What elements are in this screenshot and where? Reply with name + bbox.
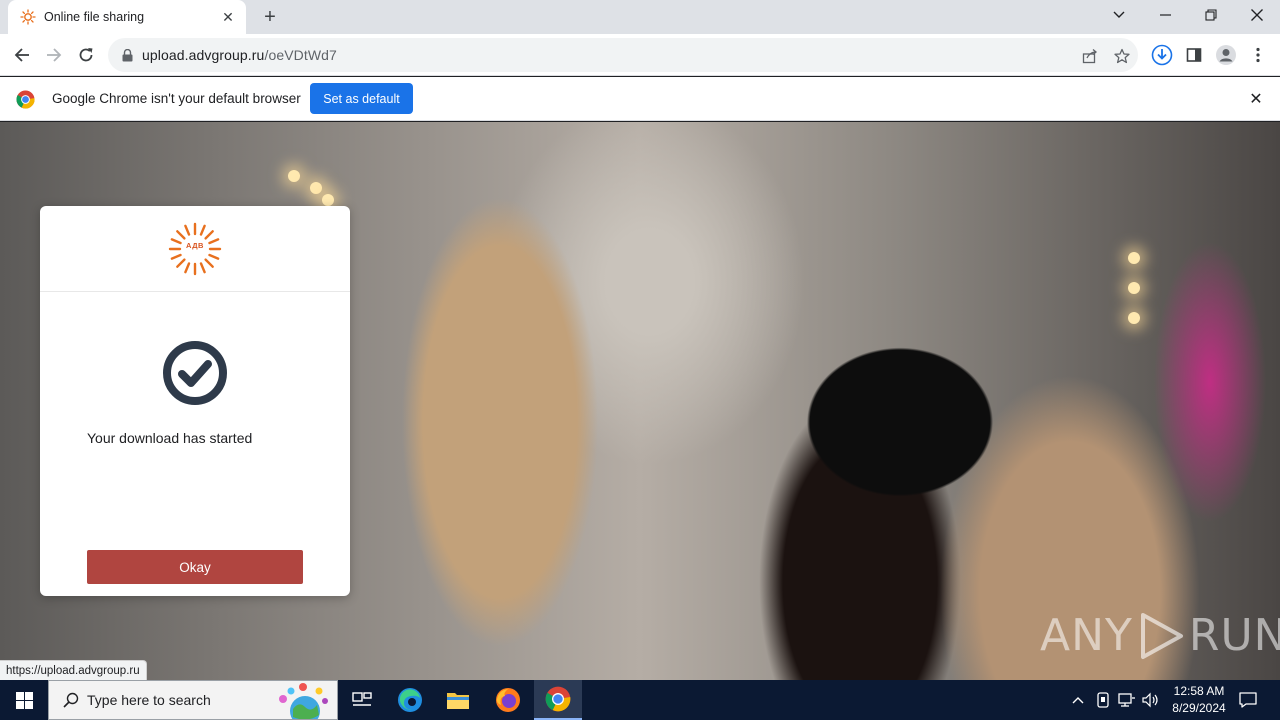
minimize-window-button[interactable] (1142, 0, 1188, 30)
bookmark-star-icon[interactable] (1111, 45, 1133, 67)
tab-search-chevron-icon[interactable] (1096, 0, 1142, 30)
infobar-message: Google Chrome isn't your default browser (52, 91, 301, 106)
task-view-icon[interactable] (338, 680, 386, 720)
anyrun-watermark: ANY RUN (1040, 610, 1280, 661)
okay-button[interactable]: Okay (87, 550, 303, 584)
edge-browser-icon[interactable] (386, 680, 434, 720)
watermark-right-text: RUN (1188, 610, 1280, 661)
modal-header: АДВ (40, 206, 350, 292)
taskbar-clock[interactable]: 12:58 AM 8/29/2024 (1160, 683, 1238, 717)
url-text: upload.advgroup.ru/oeVDtWd7 (142, 47, 337, 63)
new-tab-button[interactable]: + (258, 5, 282, 29)
windows-start-button[interactable] (0, 680, 48, 720)
street-light (1128, 252, 1140, 264)
chrome-logo-icon (16, 90, 35, 109)
street-light (322, 194, 334, 206)
tab-title: Online file sharing (44, 10, 145, 24)
clock-time: 12:58 AM (1173, 684, 1225, 698)
logo-text: АДВ (186, 240, 204, 250)
street-light (1128, 282, 1140, 294)
status-url-bubble: https://upload.advgroup.ru (0, 660, 147, 680)
default-browser-infobar: Google Chrome isn't your default browser… (0, 77, 1280, 121)
restore-window-button[interactable] (1188, 0, 1234, 30)
file-explorer-icon[interactable] (434, 680, 482, 720)
infobar-close-icon[interactable]: ✕ (1246, 89, 1266, 109)
device-icon[interactable] (1092, 680, 1114, 720)
menu-kebab-icon[interactable] (1244, 41, 1272, 69)
chrome-taskbar-icon[interactable] (534, 680, 582, 720)
search-highlights-globe-icon (279, 683, 328, 719)
back-arrow-icon[interactable] (8, 41, 36, 69)
download-icon[interactable] (1148, 41, 1176, 69)
taskbar-search-box[interactable]: Type here to search (48, 680, 338, 720)
side-panel-icon[interactable] (1180, 41, 1208, 69)
share-icon[interactable] (1079, 45, 1101, 67)
search-placeholder: Type here to search (87, 692, 211, 708)
street-light (310, 182, 322, 194)
street-light (1128, 312, 1140, 324)
set-as-default-button[interactable]: Set as default (310, 83, 413, 114)
volume-icon[interactable] (1140, 680, 1162, 720)
search-icon (63, 692, 79, 708)
street-light (288, 170, 300, 182)
windows-logo-icon (15, 691, 33, 709)
lock-icon[interactable] (120, 48, 134, 62)
download-started-message: Your download has started (87, 430, 253, 446)
forward-arrow-icon[interactable] (40, 41, 68, 69)
browser-tab[interactable]: Online file sharing ✕ (8, 0, 246, 34)
network-icon[interactable] (1116, 680, 1138, 720)
windows-taskbar: Type here to search 12:58 AM 8/29/2024 (0, 680, 1280, 720)
tab-strip: Online file sharing ✕ + (0, 0, 1280, 34)
download-modal: АДВ Your download has started Okay (40, 206, 350, 596)
adv-sun-logo-icon (20, 9, 36, 25)
show-hidden-icons-chevron-icon[interactable] (1068, 680, 1088, 720)
checkmark-circle-icon (162, 340, 228, 406)
adv-logo: АДВ (167, 221, 223, 277)
close-window-button[interactable] (1234, 0, 1280, 30)
address-bar[interactable]: upload.advgroup.ru/oeVDtWd7 (108, 38, 1138, 72)
page-background-photo: АДВ Your download has started Okay ANY R… (0, 122, 1280, 680)
firefox-icon[interactable] (484, 680, 532, 720)
notification-center-icon[interactable] (1234, 680, 1262, 720)
clock-date: 8/29/2024 (1172, 701, 1226, 715)
tab-close-icon[interactable]: ✕ (220, 9, 236, 25)
browser-toolbar: upload.advgroup.ru/oeVDtWd7 (0, 34, 1280, 76)
profile-avatar-icon[interactable] (1212, 41, 1240, 69)
watermark-left-text: ANY (1040, 610, 1133, 661)
play-triangle-icon (1140, 612, 1183, 659)
reload-icon[interactable] (72, 41, 100, 69)
